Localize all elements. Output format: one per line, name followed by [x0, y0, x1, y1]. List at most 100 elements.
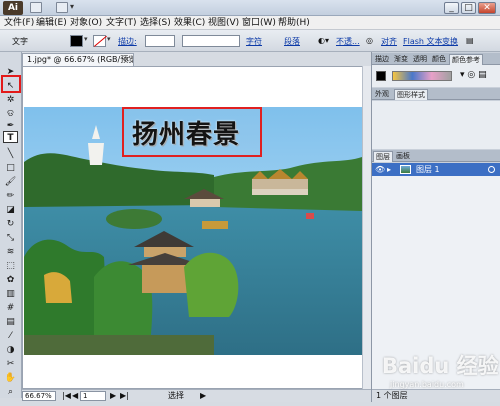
- restore-button[interactable]: □: [461, 2, 476, 14]
- layer-thumbnail: [400, 165, 411, 174]
- menu-object[interactable]: 对象(O): [70, 17, 102, 29]
- current-tool-label: 文字: [12, 37, 28, 46]
- eyedropper-tool-icon[interactable]: ⁄: [3, 330, 18, 342]
- layers-panel-tabs: 图层 画板: [372, 150, 500, 162]
- zoom-tool-icon[interactable]: ⌕: [3, 386, 18, 398]
- watermark-url: jingyan.baidu.com: [390, 380, 464, 389]
- photo-title-text[interactable]: 扬州春景: [132, 114, 240, 151]
- minimize-button[interactable]: _: [444, 2, 459, 14]
- control-bar: 文字 ▾ ▾ 描边: 字符 段落 ◐▾ 不透... ◎ 对齐 Flash 文本 …: [0, 30, 500, 52]
- watermark: Baidu 经验 jingyan.baidu.com: [378, 346, 499, 396]
- column-graph-tool-icon[interactable]: ▥: [3, 288, 18, 300]
- document-tab[interactable]: 1.jpg* @ 66.67% (RGB/预览) ✕: [22, 53, 134, 66]
- pencil-tool-icon[interactable]: ✏: [3, 190, 18, 202]
- title-bar: Ai ▾ _ □ ✕: [0, 0, 500, 16]
- opacity-link[interactable]: 不透...: [336, 36, 360, 47]
- close-button[interactable]: ✕: [478, 2, 496, 14]
- color-panel-tabs: 描边 渐变 透明 颜色 颜色参考: [372, 53, 500, 65]
- tab-stroke[interactable]: 描边: [373, 54, 391, 65]
- none-stroke-icon: [94, 35, 107, 47]
- menu-help[interactable]: 帮助(H): [278, 17, 310, 29]
- menu-view[interactable]: 视图(V): [208, 17, 239, 29]
- status-menu-icon[interactable]: ▶: [200, 390, 206, 402]
- fill-color-swatch[interactable]: [70, 35, 83, 47]
- last-artboard-icon[interactable]: ▶|: [120, 390, 129, 402]
- magic-wand-tool-icon[interactable]: ✲: [3, 94, 18, 106]
- tab-graphic-styles[interactable]: 图形样式: [394, 89, 428, 100]
- bridge-icon[interactable]: [30, 2, 42, 13]
- layer-row[interactable]: 👁 ▸ 图层 1: [372, 163, 500, 176]
- menu-file[interactable]: 文件(F): [4, 17, 34, 29]
- stroke-color-swatch[interactable]: [93, 35, 107, 47]
- tab-color[interactable]: 颜色: [430, 54, 448, 65]
- previous-artboard-icon[interactable]: ◀: [72, 390, 78, 402]
- line-tool-icon[interactable]: ╲: [3, 148, 18, 160]
- paintbrush-tool-icon[interactable]: 🖌: [3, 176, 18, 188]
- rectangle-tool-icon[interactable]: □: [3, 162, 18, 174]
- warp-tool-icon[interactable]: ≋: [3, 246, 18, 258]
- align-link[interactable]: 对齐: [381, 36, 397, 47]
- symbol-sprayer-tool-icon[interactable]: ✿: [3, 274, 18, 286]
- tab-transparency[interactable]: 透明: [411, 54, 429, 65]
- type-tool-icon[interactable]: T: [3, 131, 18, 143]
- fill-chevron-icon[interactable]: ▾: [84, 35, 88, 43]
- tab-layers[interactable]: 图层: [373, 151, 393, 162]
- chevron-down-icon[interactable]: ▾: [70, 2, 74, 11]
- toolbox: ➤ ↖ ✲ ଡ ✒ T ╲ □ 🖌 ✏ ◪ ↻ ⤡ ≋ ⬚ ✿ ▥ # ▤ ⁄ …: [0, 52, 22, 398]
- color-guide-body: ▾ ◎ ▤: [372, 65, 500, 87]
- zoom-level-field[interactable]: 66.67%: [22, 391, 56, 401]
- expand-arrow-icon[interactable]: ▸: [387, 163, 391, 176]
- menu-effect[interactable]: 效果(C): [174, 17, 205, 29]
- target-circle-icon[interactable]: [488, 166, 495, 173]
- recolor-icon[interactable]: ◎: [366, 36, 373, 45]
- artboard-number-field[interactable]: 1: [80, 391, 106, 401]
- stroke-weight-field[interactable]: [145, 35, 175, 47]
- base-color-swatch[interactable]: [376, 71, 386, 81]
- stroke-chevron-icon[interactable]: ▾: [107, 35, 111, 43]
- flash-text-link[interactable]: Flash 文本: [403, 36, 443, 47]
- menu-type[interactable]: 文字(T): [106, 17, 137, 29]
- layer-name[interactable]: 图层 1: [416, 163, 440, 176]
- gradient-tool-icon[interactable]: ▤: [3, 316, 18, 328]
- first-artboard-icon[interactable]: |◀: [62, 390, 71, 402]
- stroke-link[interactable]: 描边:: [118, 36, 137, 47]
- close-icon[interactable]: ✕: [123, 54, 130, 66]
- tab-gradient[interactable]: 渐变: [392, 54, 410, 65]
- status-bar: 66.67% |◀ ◀ 1 ▶ ▶| 选择 ▶: [22, 389, 371, 402]
- menu-window[interactable]: 窗口(W): [242, 17, 276, 29]
- vertical-scrollbar[interactable]: [362, 66, 371, 389]
- blend-tool-icon[interactable]: ◑: [3, 344, 18, 356]
- tab-color-guide[interactable]: 颜色参考: [449, 54, 483, 65]
- hand-tool-icon[interactable]: ✋: [3, 372, 18, 384]
- transform-link[interactable]: 变换: [442, 36, 458, 47]
- next-artboard-icon[interactable]: ▶: [110, 390, 116, 402]
- style-icon[interactable]: ◐▾: [318, 36, 329, 45]
- mesh-tool-icon[interactable]: #: [3, 302, 18, 314]
- status-text: 选择: [168, 391, 184, 400]
- appearance-body: [372, 101, 500, 149]
- tab-appearance[interactable]: 外观: [373, 89, 391, 100]
- brush-definition-field[interactable]: [182, 35, 240, 47]
- harmony-colors-strip[interactable]: [392, 71, 452, 81]
- eraser-tool-icon[interactable]: ◪: [3, 204, 18, 216]
- arrange-documents-icon[interactable]: [56, 2, 68, 13]
- appearance-panel-tabs: 外观 图形样式: [372, 88, 500, 100]
- watermark-logo-text: Baidu 经验: [382, 354, 499, 378]
- free-transform-tool-icon[interactable]: ⬚: [3, 260, 18, 272]
- rotate-tool-icon[interactable]: ↻: [3, 218, 18, 230]
- visibility-eye-icon[interactable]: 👁: [375, 163, 385, 176]
- menu-select[interactable]: 选择(S): [140, 17, 171, 29]
- document-tab-label: 1.jpg* @ 66.67% (RGB/预览): [27, 55, 134, 64]
- type-tool-highlight-box: [1, 75, 21, 93]
- harmony-menu-icon[interactable]: ▾ ◎ ▤: [460, 70, 487, 80]
- app-logo: Ai: [3, 1, 23, 15]
- control-panel-menu-icon[interactable]: ▤: [466, 36, 474, 45]
- paragraph-link[interactable]: 段落: [284, 36, 300, 47]
- scale-tool-icon[interactable]: ⤡: [3, 232, 18, 244]
- menu-edit[interactable]: 编辑(E): [36, 17, 67, 29]
- menu-bar: 文件(F) 编辑(E) 对象(O) 文字(T) 选择(S) 效果(C) 视图(V…: [0, 16, 500, 30]
- slice-tool-icon[interactable]: ✂: [3, 358, 18, 370]
- character-link[interactable]: 字符: [246, 36, 262, 47]
- lasso-tool-icon[interactable]: ଡ: [3, 108, 18, 120]
- tab-artboards[interactable]: 画板: [394, 151, 412, 162]
